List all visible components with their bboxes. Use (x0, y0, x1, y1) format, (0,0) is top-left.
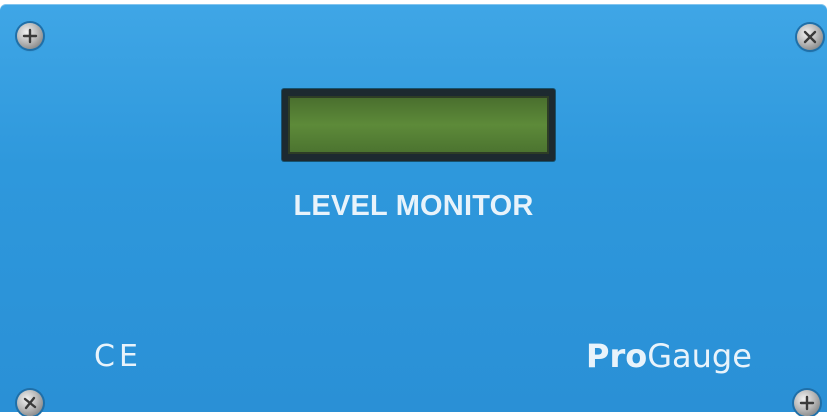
brand-suffix: Gauge (647, 337, 752, 375)
lcd-screen (288, 96, 549, 154)
device-panel: LEVEL MONITOR CE ProGauge (0, 4, 827, 416)
phillips-screw-icon (794, 390, 820, 416)
phillips-screw-icon (797, 24, 823, 50)
brand-logo: ProGauge (586, 337, 752, 375)
ce-mark: CE (94, 339, 142, 374)
brand-prefix: Pro (586, 337, 648, 375)
lcd-display (282, 89, 555, 161)
device-label: LEVEL MONITOR (293, 190, 534, 222)
phillips-screw-icon (17, 23, 43, 49)
phillips-screw-icon (17, 390, 43, 416)
